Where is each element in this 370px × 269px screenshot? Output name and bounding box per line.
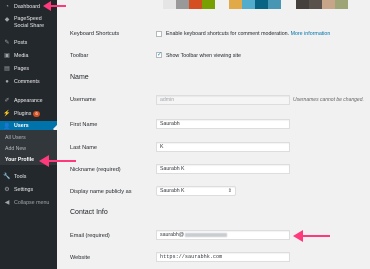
more-information-link[interactable]: More information: [291, 31, 331, 37]
annotation-arrow-your-profile: [39, 155, 76, 167]
sidebar-item-tools[interactable]: 🔧 Tools: [0, 172, 57, 181]
sidebar-item-posts[interactable]: ✎ Posts: [0, 38, 57, 47]
display-name-selected-value: Saurabh K: [160, 188, 185, 194]
last-name-field[interactable]: K: [156, 142, 290, 152]
first-name-label: First Name: [70, 122, 98, 128]
username-label: Username: [70, 97, 96, 103]
share-icon: ◆: [4, 16, 10, 23]
name-section-title: Name: [70, 74, 89, 81]
sidebar-item-pagespeed-social-share[interactable]: ◆ PageSpeed Social Share: [0, 13, 57, 33]
tools-icon: 🔧: [3, 174, 11, 180]
contact-info-section-title: Contact Info: [70, 209, 108, 216]
keyboard-shortcuts-text: Enable keyboard shortcuts for comment mo…: [166, 31, 331, 37]
first-name-field[interactable]: Saurabh: [156, 119, 290, 129]
email-field[interactable]: saurabh@: [156, 230, 290, 240]
sidebar-item-label: Comments: [14, 78, 40, 85]
color-scheme-swatch-2[interactable]: [229, 0, 281, 9]
sidebar-item-label: Posts: [14, 39, 28, 46]
sidebar-item-label: Pages: [14, 65, 30, 72]
toolbar-label: Toolbar: [70, 53, 89, 59]
submenu-item-add-new[interactable]: Add New: [5, 146, 26, 152]
color-scheme-swatch-1[interactable]: [163, 0, 215, 9]
email-value: saurabh@: [160, 232, 185, 238]
username-description: Usernames cannot be changed.: [293, 97, 364, 103]
collapse-icon: ◀: [4, 200, 10, 206]
sidebar-item-label: Plugins: [14, 110, 32, 117]
sidebar-item-label: Tools: [14, 173, 27, 180]
comments-icon: ●: [5, 78, 9, 85]
toolbar-checkbox[interactable]: [156, 51, 162, 58]
toolbar-checkbox-text: Show Toolbar when viewing site: [166, 53, 241, 59]
sidebar-item-media[interactable]: ▣ Media: [0, 51, 57, 60]
collapse-menu-button[interactable]: ◀ Collapse menu: [0, 198, 57, 207]
posts-icon: ✎: [4, 40, 10, 46]
sidebar-item-label: Media: [14, 52, 29, 59]
plugins-icon: ⚡: [3, 111, 11, 117]
email-label: Email (required): [70, 233, 110, 239]
submenu-item-your-profile[interactable]: Your Profile: [5, 157, 34, 163]
last-name-label: Last Name: [70, 145, 98, 151]
sidebar-item-label: Collapse menu: [14, 199, 50, 206]
sidebar-item-label: PageSpeed Social Share: [14, 16, 45, 29]
pages-icon: ▤: [4, 66, 10, 72]
sidebar-item-label: Settings: [14, 186, 34, 193]
annotation-arrow-email: [293, 230, 330, 242]
sidebar-item-plugins[interactable]: ⚡ Plugins 6: [0, 109, 57, 118]
sidebar-item-label: Users: [14, 123, 29, 129]
settings-icon: ⚙: [4, 187, 10, 193]
keyboard-shortcuts-label: Keyboard Shortcuts: [70, 31, 120, 37]
sidebar-item-settings[interactable]: ⚙ Settings: [0, 185, 57, 194]
keyboard-shortcuts-checkbox[interactable]: [156, 31, 162, 37]
sidebar-item-comments[interactable]: ● Comments: [0, 77, 57, 86]
website-field[interactable]: https://saurabhk.com: [156, 252, 290, 262]
nickname-field[interactable]: Saurabh K: [156, 164, 290, 174]
sidebar-item-appearance[interactable]: ✐ Appearance: [0, 96, 57, 105]
annotation-arrow-dashboard: [43, 1, 66, 11]
display-name-label: Display name publicly as: [70, 189, 132, 195]
display-name-select[interactable]: Saurabh K ⇕: [156, 186, 236, 196]
dashboard-icon: ◔: [5, 3, 9, 10]
appearance-icon: ✐: [4, 98, 10, 104]
username-field: admin: [156, 95, 290, 105]
media-icon: ▣: [4, 53, 10, 59]
email-redaction: [185, 233, 228, 237]
sidebar-item-label: Dashboard: [14, 3, 40, 10]
admin-sidebar: ◔ Dashboard ◆ PageSpeed Social Share ✎ P…: [0, 0, 57, 269]
select-arrows-icon: ⇕: [227, 188, 232, 194]
plugins-update-badge: 6: [33, 110, 40, 117]
submenu-item-all-users[interactable]: All Users: [5, 135, 26, 141]
sidebar-item-label: Appearance: [14, 97, 43, 104]
users-icon: 👤: [3, 123, 11, 130]
website-label: Website: [70, 255, 91, 261]
sidebar-item-pages[interactable]: ▤ Pages: [0, 64, 57, 73]
color-scheme-swatch-3[interactable]: [296, 0, 348, 9]
